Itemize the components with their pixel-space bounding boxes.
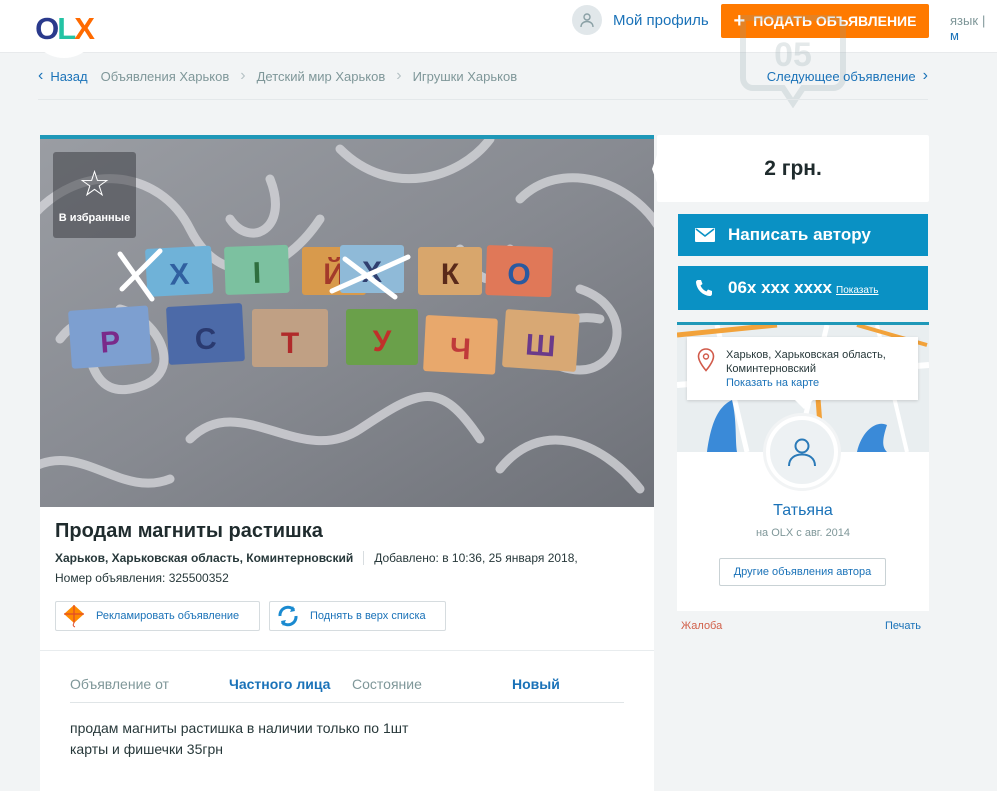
phone-number: 06x xxx xxxx [728, 278, 832, 297]
my-profile-link[interactable]: Мой профиль [572, 5, 709, 35]
price: 2 грн. [657, 135, 929, 202]
back-link[interactable]: ‹ Назад [38, 67, 88, 85]
kite-icon [60, 602, 88, 630]
ad-added-date: Добавлено: в 10:36, 25 января 2018, [374, 551, 578, 565]
section-divider [40, 650, 654, 651]
watermark-logo: 05 [740, 15, 846, 108]
complain-link[interactable]: Жалоба [681, 620, 722, 632]
attributes-divider [70, 702, 624, 703]
attribute-label: Состояние [352, 676, 422, 692]
photo-card-letter: У [373, 325, 392, 358]
photo-card-letter: Х [169, 258, 191, 292]
address-line-2: Коминтерновский [726, 363, 816, 375]
photo-card-letter: Р [99, 325, 121, 359]
promote-label: Рекламировать объявление [96, 610, 240, 622]
favorites-label: В избранные [58, 212, 131, 224]
user-icon [572, 5, 602, 35]
photo-card-letter: Ч [449, 332, 472, 366]
meta-divider [363, 551, 365, 565]
message-author-button[interactable]: Написать автору [678, 214, 928, 256]
show-phone-link[interactable]: Показать [836, 285, 879, 296]
next-ad-label: Следующее объявление [766, 68, 916, 84]
language-switch[interactable]: язык |м [950, 13, 997, 43]
breadcrumb-item[interactable]: Детский мир Харьков [257, 69, 386, 84]
attribute-value[interactable]: Новый [512, 676, 560, 692]
phone-icon [695, 279, 717, 297]
address-line-1: Харьков, Харьковская область, [726, 349, 886, 361]
show-on-map-link[interactable]: Показать на карте [726, 376, 886, 390]
refresh-icon [274, 602, 302, 630]
ad-description: продам магниты растишка в наличии только… [70, 720, 409, 757]
message-author-label: Написать автору [728, 225, 871, 244]
chevron-right-icon: › [240, 67, 246, 84]
language-option[interactable]: м [950, 28, 959, 43]
star-icon: ☆ [78, 163, 111, 204]
profile-label: Мой профиль [613, 11, 709, 29]
seller-name[interactable]: Татьяна [677, 502, 929, 520]
olx-logo[interactable]: OLX [29, 0, 99, 58]
chevron-right-icon: › [396, 67, 402, 84]
seller-avatar[interactable] [763, 413, 841, 491]
attribute-label: Объявление от [70, 676, 169, 692]
breadcrumb-divider [38, 99, 928, 100]
chevron-left-icon: ‹ [38, 67, 44, 84]
phone-button[interactable]: 06x xxx xxxx Показать [678, 266, 928, 310]
language-label: язык [950, 13, 979, 28]
envelope-icon [695, 228, 717, 242]
ad-title: Продам магниты растишка [55, 520, 323, 542]
raise-label: Поднять в верх списка [310, 610, 426, 622]
photo-card-letter: К [441, 258, 460, 291]
ad-location: Харьков, Харьковская область, Коминтерно… [55, 551, 354, 565]
photo-card-letter: О [507, 258, 531, 292]
back-label: Назад [50, 68, 88, 84]
next-ad-link[interactable]: Следующее объявление › [767, 67, 928, 85]
address-popup-tip [795, 400, 813, 409]
location-pin-icon [697, 348, 715, 375]
photo-card-letter: Т [281, 327, 299, 360]
user-icon [788, 438, 816, 467]
photo-card-letter: Ш [524, 328, 556, 363]
address-popup: Харьков, Харьковская область, Коминтерно… [687, 337, 918, 400]
add-to-favorites-button[interactable]: ☆ В избранные [53, 152, 136, 238]
ad-meta: Харьков, Харьковская область, Коминтерно… [55, 551, 578, 565]
breadcrumb-item[interactable]: Объявления Харьков [101, 69, 230, 84]
other-ads-button[interactable]: Другие объявления автора [719, 558, 886, 586]
breadcrumb: ‹ Назад Объявления Харьков › Детский мир… [38, 66, 928, 86]
print-link[interactable]: Печать [885, 620, 921, 632]
raise-ad-button[interactable]: Поднять в верх списка [269, 601, 446, 631]
seller-since: на OLX с авг. 2014 [755, 527, 851, 539]
ad-number: Номер объявления: 325500352 [55, 571, 229, 585]
promote-ad-button[interactable]: Рекламировать объявление [55, 601, 260, 631]
chevron-right-icon: › [922, 67, 928, 84]
photo-card-letter: І [252, 257, 261, 290]
breadcrumb-item[interactable]: Игрушки Харьков [413, 69, 518, 84]
attribute-value[interactable]: Частного лица [229, 676, 330, 692]
photo-card-letter: С [194, 322, 217, 356]
